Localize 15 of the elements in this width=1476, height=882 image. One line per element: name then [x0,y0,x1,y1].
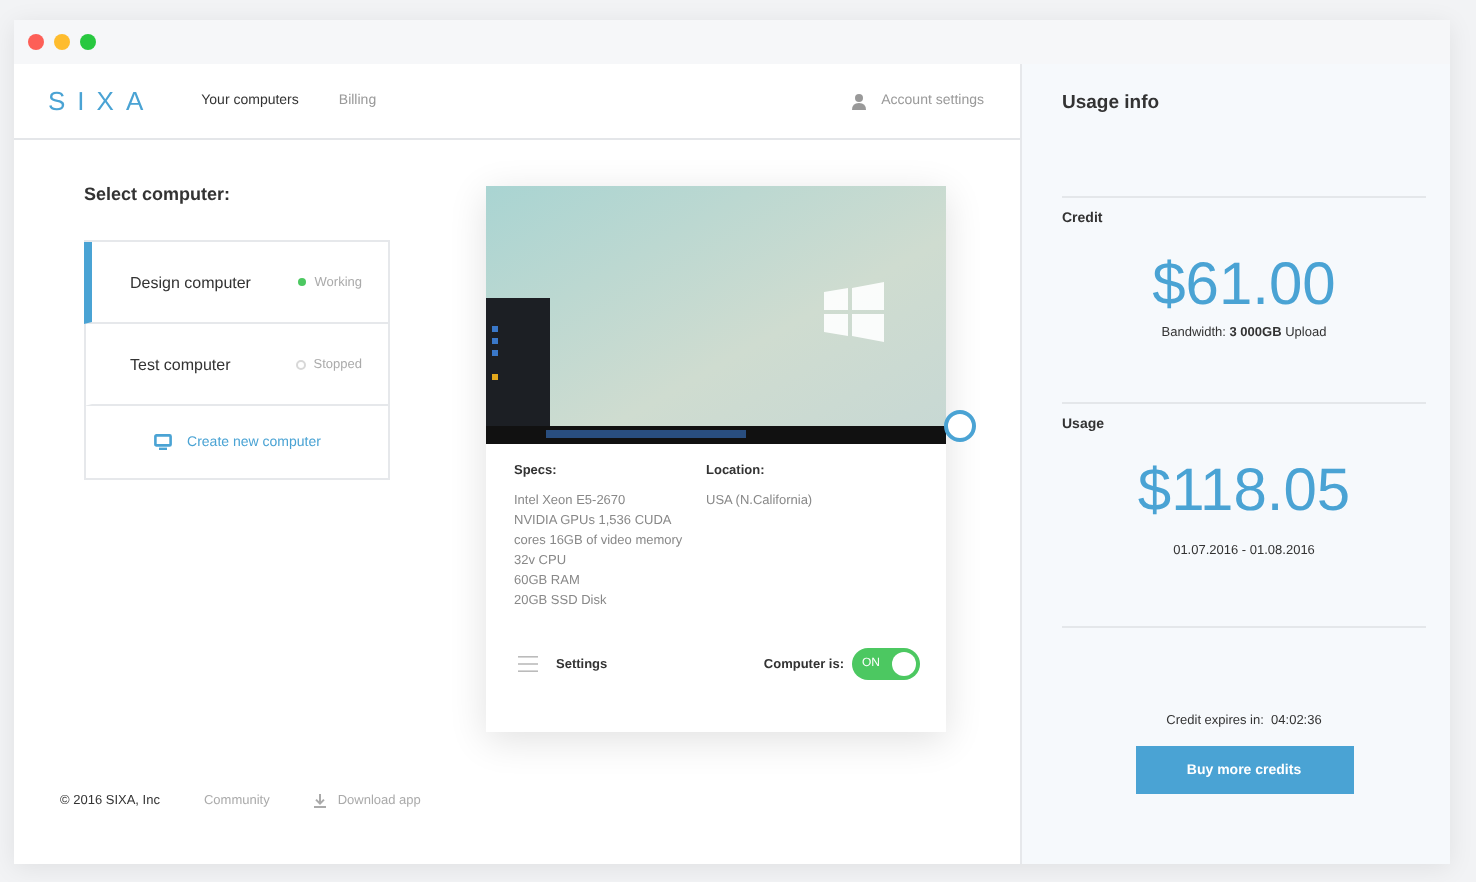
menu-icon[interactable] [518,656,538,672]
credit-amount: $61.00 [1150,250,1338,322]
usage-amount: $118.05 [1135,456,1353,528]
close-window-button[interactable] [28,34,44,50]
monitor-icon [153,434,172,450]
drag-handle[interactable] [944,410,976,442]
maximize-window-button[interactable] [80,34,96,50]
panel-title: Usage info [1062,92,1162,118]
user-icon [851,93,866,109]
computer-name: Design computer [130,273,251,291]
download-icon [313,793,326,807]
minimize-window-button[interactable] [54,34,70,50]
logo: SIXA [48,86,156,116]
computer-name: Test computer [130,355,231,373]
section-title: Select computer: [84,184,233,208]
